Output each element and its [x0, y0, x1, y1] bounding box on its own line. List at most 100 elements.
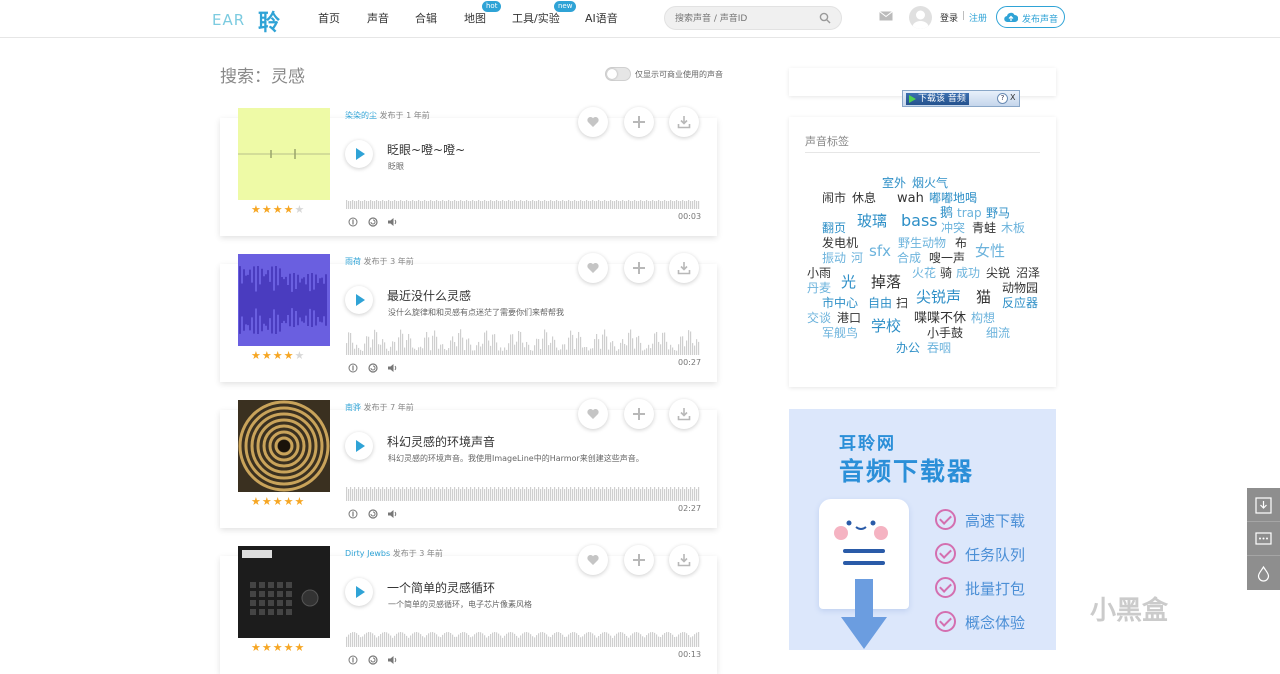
sound-tag[interactable]: 野生动物 [898, 237, 946, 249]
sound-title[interactable]: 一个简单的灵感循环 [387, 579, 495, 596]
favorite-button[interactable] [578, 545, 608, 575]
favorite-button[interactable] [578, 253, 608, 283]
sound-tag[interactable]: 野马 [986, 207, 1010, 219]
sound-tag[interactable]: 木板 [1001, 222, 1025, 234]
star-icon[interactable]: ★ [284, 495, 295, 508]
sound-tag[interactable]: 猫 [976, 290, 991, 305]
commercial-use-toggle[interactable] [605, 67, 631, 81]
sound-tag[interactable]: 光 [841, 275, 856, 290]
star-icon[interactable]: ★ [284, 349, 295, 362]
sound-thumbnail[interactable] [238, 546, 330, 638]
side-feedback-button[interactable] [1247, 522, 1280, 556]
sound-tag[interactable]: trap [957, 207, 982, 219]
waveform[interactable] [345, 620, 700, 647]
star-icon[interactable]: ★ [251, 203, 262, 216]
star-icon[interactable]: ★ [295, 349, 306, 362]
sound-tag[interactable]: 嗖一声 [929, 252, 965, 264]
sound-tag[interactable]: 闹市 [822, 192, 846, 204]
add-to-collection-button[interactable] [624, 545, 654, 575]
sound-tag[interactable]: 嘟嘟地喝 [929, 192, 977, 204]
play-button[interactable] [345, 578, 373, 606]
star-icon[interactable]: ★ [273, 203, 284, 216]
star-icon[interactable]: ★ [251, 641, 262, 654]
volume-icon[interactable] [387, 358, 398, 377]
sound-tag[interactable]: 鹅 [940, 207, 953, 220]
search-icon[interactable] [819, 12, 831, 24]
add-to-collection-button[interactable] [624, 253, 654, 283]
sound-tag[interactable]: sfx [869, 244, 891, 259]
waveform[interactable] [345, 328, 700, 355]
sound-tag[interactable]: 布 [955, 237, 967, 249]
star-icon[interactable]: ★ [262, 203, 273, 216]
star-icon[interactable]: ★ [273, 495, 284, 508]
sound-tag[interactable]: 港口 [837, 312, 861, 324]
sound-tag[interactable]: 细流 [986, 327, 1010, 339]
sound-tag[interactable]: 烟火气 [912, 177, 948, 189]
author-link[interactable]: 南骅 [345, 403, 361, 412]
play-button[interactable] [345, 432, 373, 460]
add-to-collection-button[interactable] [624, 399, 654, 429]
download-button[interactable] [669, 253, 699, 283]
volume-icon[interactable] [387, 650, 398, 669]
star-icon[interactable]: ★ [295, 203, 306, 216]
downloader-promo-banner[interactable]: 耳聆网 音频下载器 高速下载 任务队列 批量打包 概念体验 [789, 409, 1056, 650]
sound-tag[interactable]: 室外 [882, 177, 906, 189]
sound-tag[interactable]: 扫 [896, 297, 908, 309]
waveform[interactable] [345, 182, 700, 209]
star-icon[interactable]: ★ [273, 349, 284, 362]
sound-thumbnail[interactable] [238, 254, 330, 346]
sound-tag[interactable]: 河 [851, 252, 863, 264]
star-icon[interactable]: ★ [284, 203, 295, 216]
sound-tag[interactable]: 交谈 [807, 312, 831, 324]
help-icon[interactable]: ? [997, 93, 1008, 104]
license-info-icon[interactable] [348, 358, 358, 377]
sound-tag[interactable]: 丹麦 [807, 282, 831, 294]
close-icon[interactable]: X [1010, 93, 1015, 102]
license-info-icon[interactable] [348, 504, 358, 523]
sound-title[interactable]: 最近没什么灵感 [387, 287, 471, 304]
sound-thumbnail[interactable] [238, 108, 330, 200]
mail-icon[interactable] [879, 11, 893, 21]
sound-tag[interactable]: 自由 [868, 297, 892, 309]
sound-tag[interactable]: 火花 [912, 267, 936, 279]
star-icon[interactable]: ★ [262, 641, 273, 654]
site-logo[interactable]: EAR 聆 [212, 5, 286, 36]
share-alike-icon[interactable] [368, 358, 378, 377]
side-download-button[interactable] [1247, 488, 1280, 522]
sound-title[interactable]: 眨眼~噔~噔~ [387, 141, 465, 158]
sound-tag[interactable]: wah [897, 192, 924, 205]
sound-tag[interactable]: 尖锐声 [916, 290, 961, 305]
sound-tag[interactable]: 军舰鸟 [822, 327, 858, 339]
share-alike-icon[interactable] [368, 504, 378, 523]
star-icon[interactable]: ★ [251, 349, 262, 362]
author-link[interactable]: Dirty Jewbs [345, 549, 390, 558]
sound-tag[interactable]: 小手鼓 [927, 327, 963, 339]
nav-collections[interactable]: 合辑 [415, 10, 437, 26]
sound-tag[interactable]: 成功 [956, 267, 980, 279]
volume-icon[interactable] [387, 504, 398, 523]
register-link[interactable]: 注册 [969, 11, 987, 24]
star-icon[interactable]: ★ [295, 641, 306, 654]
download-button[interactable] [669, 107, 699, 137]
license-info-icon[interactable] [348, 212, 358, 231]
sound-tag[interactable]: 沼泽 [1016, 267, 1040, 279]
sound-tag[interactable]: 动物园 [1002, 282, 1038, 294]
download-button[interactable] [669, 399, 699, 429]
sound-tag[interactable]: 骑 [940, 267, 952, 279]
favorite-button[interactable] [578, 107, 608, 137]
sound-tag[interactable]: 学校 [871, 319, 901, 334]
star-icon[interactable]: ★ [295, 495, 306, 508]
sound-tag[interactable]: 女性 [975, 244, 1005, 259]
sound-tag[interactable]: 玻璃 [857, 214, 887, 229]
star-icon[interactable]: ★ [284, 641, 295, 654]
author-link[interactable]: 染染的尘 [345, 111, 377, 120]
sound-tag[interactable]: 掉落 [871, 275, 901, 290]
sound-tag[interactable]: 青蛙 [972, 222, 996, 234]
license-info-icon[interactable] [348, 650, 358, 669]
share-alike-icon[interactable] [368, 650, 378, 669]
play-button[interactable] [345, 140, 373, 168]
add-to-collection-button[interactable] [624, 107, 654, 137]
nav-map[interactable]: 地图 hot [464, 1, 502, 26]
publish-sound-button[interactable]: 发布声音 [996, 6, 1065, 28]
sound-tag[interactable]: 市中心 [822, 297, 858, 309]
